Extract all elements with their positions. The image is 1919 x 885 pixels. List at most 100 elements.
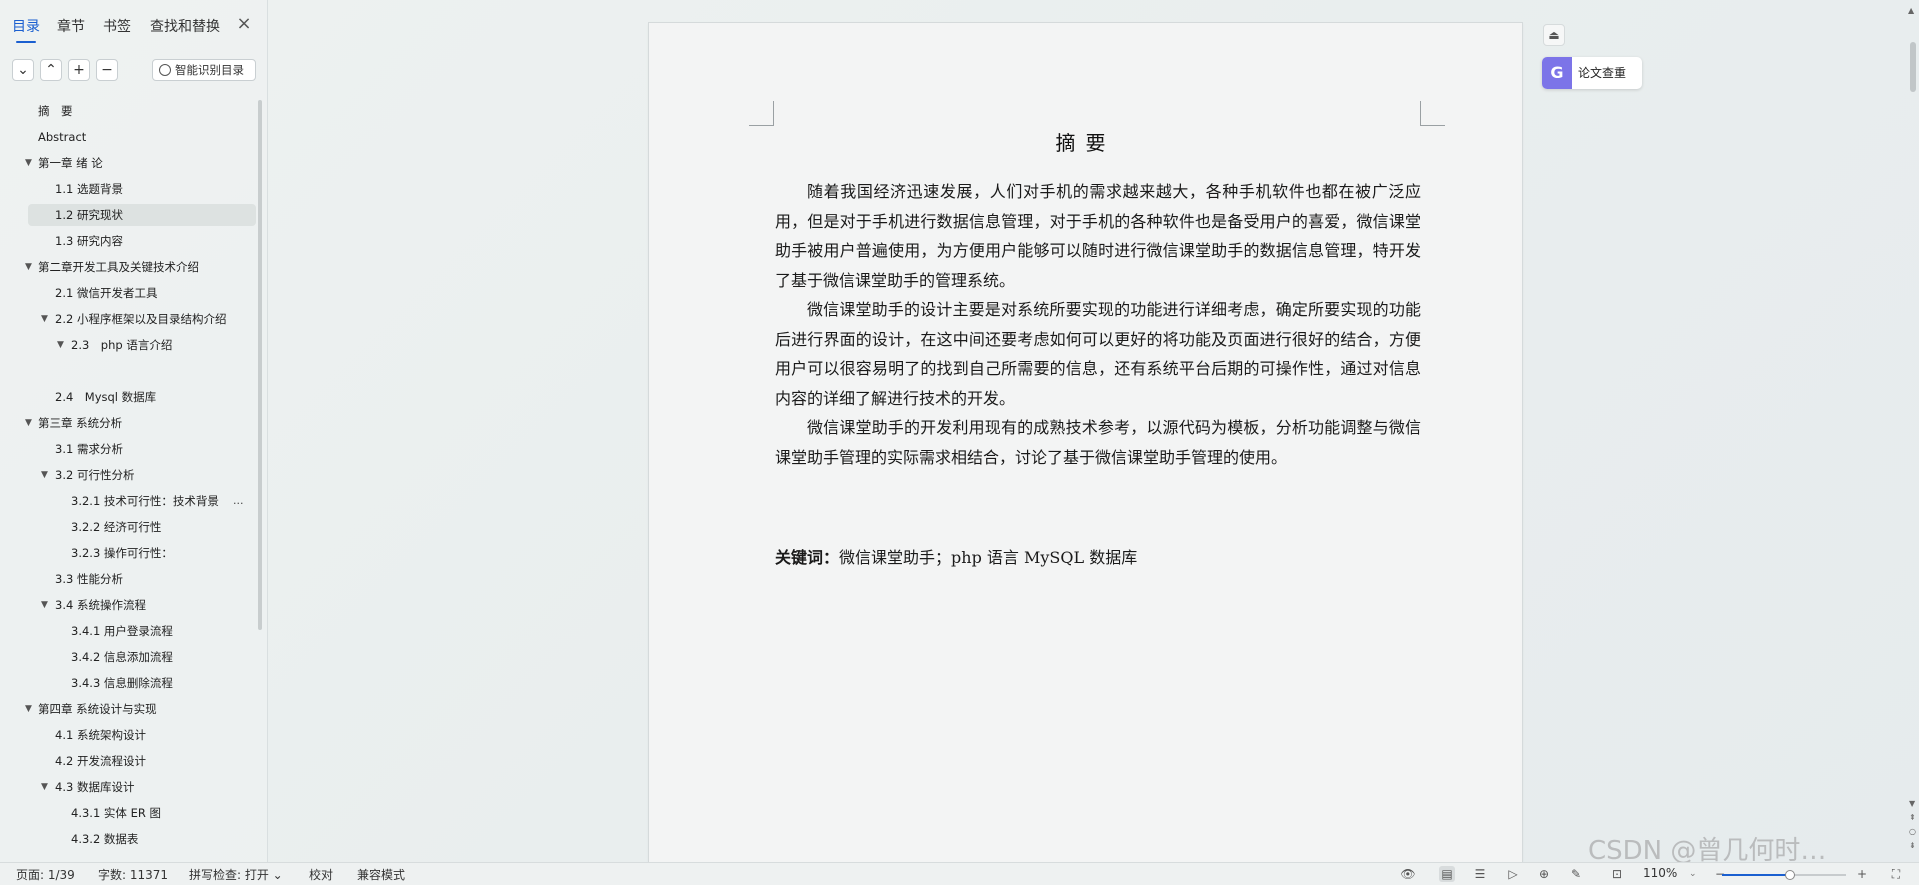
- expand-toggle-icon[interactable]: ▼: [41, 306, 48, 332]
- toc-item[interactable]: Abstract: [0, 124, 258, 150]
- expand-all-button[interactable]: ⌄: [12, 59, 34, 81]
- toc-item[interactable]: 1.2 研究现状: [0, 202, 258, 228]
- toc-item-label: 3.2.3 操作可行性：: [71, 546, 173, 560]
- nav-tabs: 目录 章节 书签 查找和替换: [0, 14, 268, 43]
- toc-item-label: 2.1 微信开发者工具: [55, 286, 158, 300]
- collapse-panel-button[interactable]: ⏏: [1543, 24, 1565, 46]
- play-icon[interactable]: ▷: [1505, 866, 1521, 882]
- toc-item[interactable]: ▼ 第二章开发工具及关键技术介绍: [0, 254, 258, 280]
- toc-item[interactable]: ▼ 3.4 系统操作流程: [0, 592, 258, 618]
- toc-item[interactable]: 3.4.2 信息添加流程: [0, 644, 258, 670]
- close-icon[interactable]: ×: [236, 15, 252, 33]
- page-view-icon[interactable]: ▤: [1439, 866, 1455, 882]
- toc-item-label: 3.2.1 技术可行性：技术背景: [71, 494, 219, 508]
- tab-find-replace[interactable]: 查找和替换: [150, 16, 220, 36]
- toc-item[interactable]: 4.2 开发流程设计: [0, 748, 258, 774]
- expand-toggle-icon[interactable]: ▼: [57, 332, 64, 358]
- toc-item-label: 3.2.2 经济可行性: [71, 520, 162, 534]
- tab-bookmarks[interactable]: 书签: [103, 16, 131, 36]
- more-icon[interactable]: ...: [233, 488, 244, 514]
- zoom-in-icon[interactable]: +: [1854, 866, 1870, 882]
- proofread-button[interactable]: 校对: [309, 866, 333, 883]
- page-indicator[interactable]: 页面: 1/39: [16, 866, 75, 883]
- document-page[interactable]: 摘要 随着我国经济迅速发展，人们对手机的需求越来越大，各种手机软件也都在被广泛应…: [649, 23, 1522, 862]
- toc-item-label: 3.4.1 用户登录流程: [71, 624, 173, 638]
- next-page-icon[interactable]: ⇟: [1909, 840, 1916, 851]
- toc-item[interactable]: 2.4 Mysql 数据库: [0, 384, 258, 410]
- toc-item[interactable]: ▼ 第三章 系统分析: [0, 410, 258, 436]
- toc-item-label: 2.3 php 语言介绍: [71, 338, 173, 352]
- smart-recognize-icon: [159, 64, 171, 76]
- nav-scrollbar[interactable]: [258, 100, 262, 630]
- smart-toc-button[interactable]: 智能识别目录: [152, 59, 256, 81]
- toc-item-label: 4.3.2 数据表: [71, 832, 139, 846]
- fit-page-icon[interactable]: ⊡: [1609, 866, 1625, 882]
- toc-item[interactable]: 4.3.1 实体 ER 图: [0, 800, 258, 826]
- remove-heading-button[interactable]: −: [96, 59, 118, 81]
- toc-item-label: 1.1 选题背景: [55, 182, 123, 196]
- toc-item[interactable]: ▼ 第一章 绪 论: [0, 150, 258, 176]
- pen-icon[interactable]: ✎: [1568, 866, 1584, 882]
- toc-item[interactable]: 3.4.3 信息删除流程: [0, 670, 258, 696]
- expand-toggle-icon[interactable]: ▼: [41, 774, 48, 800]
- zoom-dropdown-icon[interactable]: ⌄: [1689, 869, 1697, 879]
- tab-toc[interactable]: 目录: [12, 16, 40, 43]
- toc-item[interactable]: ▼ 4.3 数据库设计: [0, 774, 258, 800]
- document-scrollbar[interactable]: [1908, 0, 1919, 862]
- toc-item[interactable]: 1.3 研究内容: [0, 228, 258, 254]
- outline-view-icon[interactable]: ☰: [1472, 866, 1488, 882]
- toc-item[interactable]: [0, 358, 258, 384]
- zoom-level[interactable]: 110%: [1643, 866, 1677, 880]
- smart-toc-label: 智能识别目录: [175, 63, 244, 77]
- expand-toggle-icon[interactable]: ▼: [41, 462, 48, 488]
- prev-page-icon[interactable]: ⇞: [1909, 812, 1916, 823]
- tab-chapters[interactable]: 章节: [57, 16, 85, 36]
- fullscreen-icon[interactable]: ⛶: [1888, 866, 1904, 882]
- scroll-up-icon[interactable]: ▲: [1908, 6, 1914, 15]
- toc-item[interactable]: 3.2.1 技术可行性：技术背景...: [0, 488, 258, 514]
- expand-toggle-icon[interactable]: ▼: [25, 150, 32, 176]
- word-count[interactable]: 字数: 11371: [98, 866, 168, 883]
- toc-item[interactable]: 3.4.1 用户登录流程: [0, 618, 258, 644]
- add-heading-button[interactable]: +: [68, 59, 90, 81]
- toc-item[interactable]: 3.3 性能分析: [0, 566, 258, 592]
- expand-toggle-icon[interactable]: ▼: [41, 592, 48, 618]
- toc-item[interactable]: 1.1 选题背景: [0, 176, 258, 202]
- document-scroll-thumb[interactable]: [1910, 42, 1916, 92]
- keywords-line: 关键词：微信课堂助手；php 语言 MySQL 数据库: [775, 543, 1421, 572]
- toc-item[interactable]: 4.3.2 数据表: [0, 826, 258, 852]
- zoom-slider[interactable]: [1722, 870, 1846, 880]
- toc-item-label: 3.4 系统操作流程: [55, 598, 146, 612]
- toc-item[interactable]: 摘 要: [0, 98, 258, 124]
- toc-item[interactable]: ▼ 2.3 php 语言介绍: [0, 332, 258, 358]
- toc-item[interactable]: 3.2.3 操作可行性：: [0, 540, 258, 566]
- expand-toggle-icon[interactable]: ▼: [25, 254, 32, 280]
- plagiarism-check-button[interactable]: G 论文查重: [1542, 57, 1642, 89]
- collapse-all-button[interactable]: ⌃: [40, 59, 62, 81]
- doc-paragraph: 微信课堂助手的开发利用现有的成熟技术参考，以源代码为模板，分析功能调整与微信课堂…: [775, 418, 1421, 467]
- expand-toggle-icon[interactable]: ▼: [25, 696, 32, 722]
- toc-item-label: 第三章 系统分析: [38, 416, 123, 430]
- toc-item[interactable]: 3.2.2 经济可行性: [0, 514, 258, 540]
- select-browse-icon[interactable]: ○: [1909, 826, 1916, 837]
- toc-item-label: 4.3.1 实体 ER 图: [71, 806, 161, 820]
- doc-paragraph: 随着我国经济迅速发展，人们对手机的需求越来越大，各种手机软件也都在被广泛应用，但…: [775, 182, 1421, 290]
- toc-item-label: 1.3 研究内容: [55, 234, 123, 248]
- margin-mark-top-right: [1420, 101, 1445, 126]
- web-layout-icon[interactable]: ⊕: [1536, 866, 1552, 882]
- toc-item-label: 3.4.2 信息添加流程: [71, 650, 173, 664]
- plagiarism-check-icon: G: [1542, 57, 1572, 89]
- scroll-down-icon[interactable]: ▼: [1909, 798, 1915, 809]
- toc-item[interactable]: 2.1 微信开发者工具: [0, 280, 258, 306]
- toc-item-label: 第四章 系统设计与实现: [38, 702, 157, 716]
- toc-item[interactable]: 4.1 系统架构设计: [0, 722, 258, 748]
- toc-item[interactable]: ▼ 第四章 系统设计与实现: [0, 696, 258, 722]
- toc-item[interactable]: ▼ 2.2 小程序框架以及目录结构介绍: [0, 306, 258, 332]
- toc-item[interactable]: 3.1 需求分析: [0, 436, 258, 462]
- toc-item[interactable]: ▼ 3.2 可行性分析: [0, 462, 258, 488]
- expand-toggle-icon[interactable]: ▼: [25, 410, 32, 436]
- spell-check-toggle[interactable]: 拼写检查: 打开 ⌄: [189, 866, 283, 883]
- eye-icon[interactable]: 👁: [1400, 866, 1416, 882]
- zoom-slider-knob[interactable]: [1785, 870, 1796, 880]
- keywords-label: 关键词：: [775, 548, 840, 567]
